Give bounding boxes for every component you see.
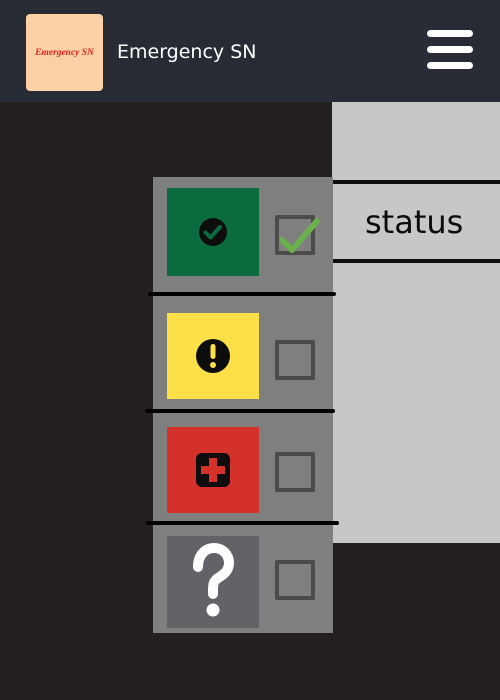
menu-bar-bottom <box>427 62 473 69</box>
exclamation-circle-icon <box>196 339 230 373</box>
status-bottom-line <box>332 259 500 263</box>
status-option-emergency[interactable] <box>153 411 333 521</box>
checkmark-icon <box>279 218 320 253</box>
row-divider <box>148 292 336 296</box>
medical-cross-icon <box>196 453 230 487</box>
status-option-warning[interactable] <box>153 297 333 411</box>
menu-bar-top <box>427 30 473 37</box>
status-panel <box>332 102 500 543</box>
status-swatch-unknown[interactable] <box>167 536 259 628</box>
row-divider <box>146 521 339 525</box>
checkbox-box <box>275 452 315 492</box>
status-checkbox-warning[interactable] <box>273 337 319 383</box>
status-option-unknown[interactable] <box>153 524 333 633</box>
top-bar: Emergency SN Emergency SN <box>0 0 500 102</box>
status-selector <box>153 177 333 633</box>
status-swatch-warning[interactable] <box>167 313 259 399</box>
status-checkbox-emergency[interactable] <box>273 449 319 495</box>
row-divider <box>145 409 335 413</box>
status-option-ok[interactable] <box>153 177 333 291</box>
checkbox-box <box>275 560 315 600</box>
status-label: status <box>365 203 464 241</box>
status-top-line <box>332 180 500 184</box>
status-checkbox-unknown[interactable] <box>273 557 319 603</box>
status-swatch-ok[interactable] <box>167 188 259 276</box>
app-title: Emergency SN <box>117 41 257 63</box>
check-circle-icon <box>199 218 227 246</box>
menu-bar-middle <box>427 46 473 53</box>
hamburger-menu-icon[interactable] <box>421 26 479 76</box>
app-logo[interactable]: Emergency SN <box>26 14 103 91</box>
logo-text: Emergency SN <box>35 47 94 58</box>
question-mark-icon <box>193 543 234 617</box>
status-checkbox-ok[interactable] <box>273 212 320 258</box>
checkbox-box <box>275 340 315 380</box>
status-swatch-emergency[interactable] <box>167 427 259 513</box>
